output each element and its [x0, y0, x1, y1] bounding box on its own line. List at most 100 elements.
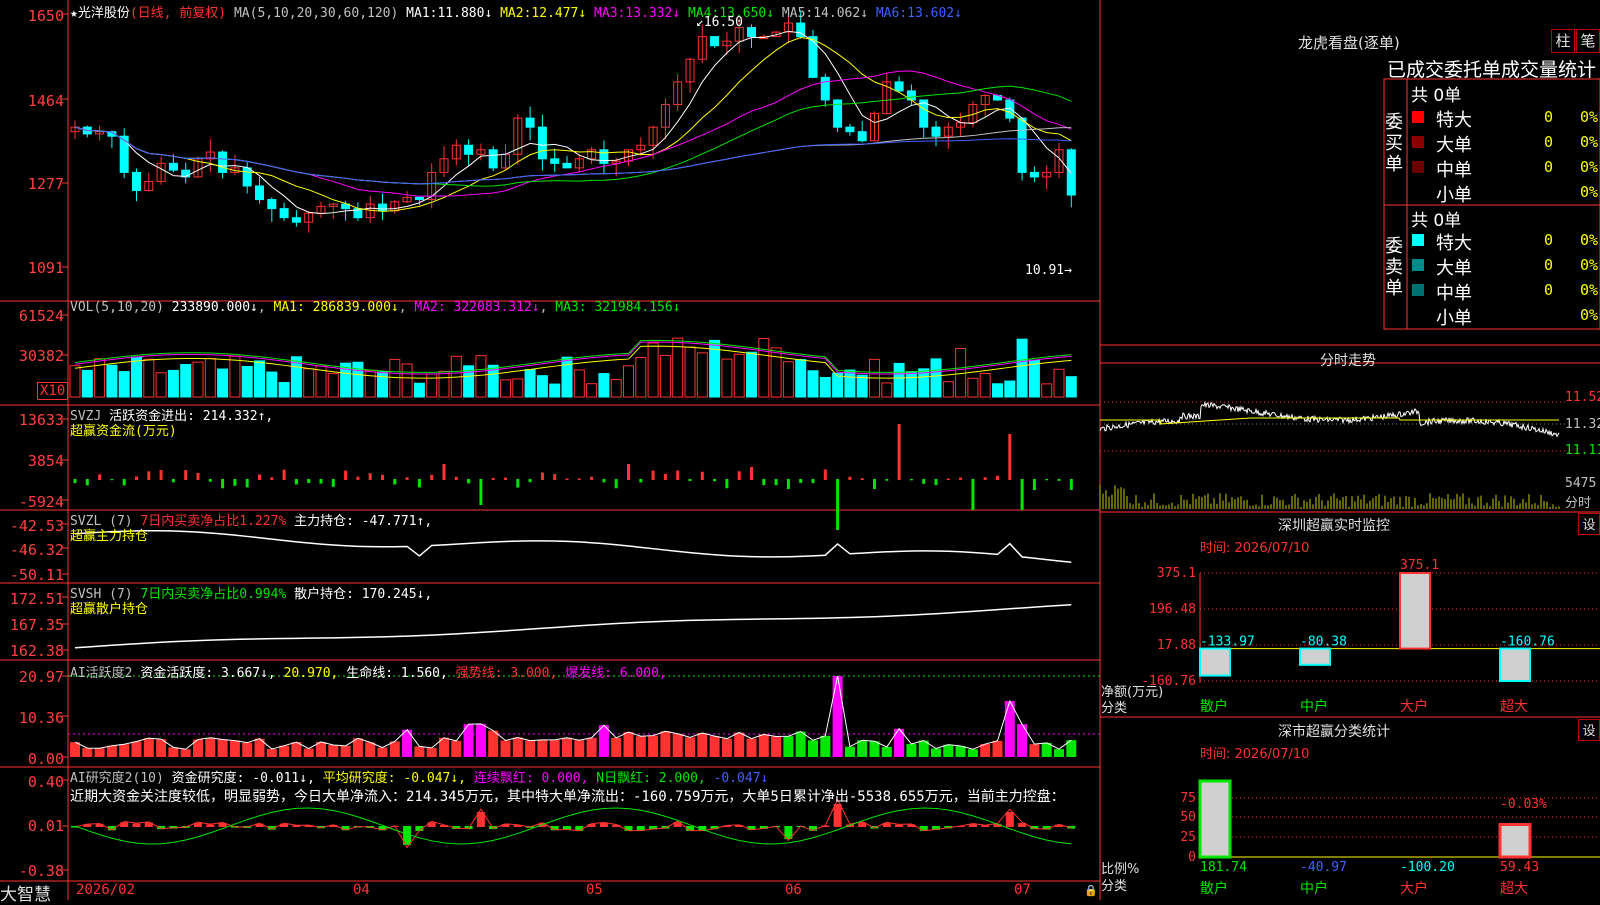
- fund-flow-bar: [516, 479, 520, 488]
- fund-flow-bar: [848, 476, 852, 480]
- ratio-value: 181.74: [1200, 860, 1247, 875]
- volume-bar: [536, 375, 548, 398]
- volume-bar: [746, 351, 757, 398]
- fund-flow-bar: [836, 479, 840, 530]
- volume-bar: [327, 372, 339, 398]
- classify-settings-button[interactable]: 设: [1578, 719, 1600, 741]
- activity-bar: [820, 735, 831, 757]
- lhb-title: 龙虎看盘(逐单): [1298, 34, 1400, 52]
- ma2-value: 12.477↓: [531, 6, 587, 21]
- activity-bar: [1029, 744, 1040, 757]
- monitor-settings-button[interactable]: 设: [1578, 513, 1600, 535]
- sell-total: 共 0单: [1411, 211, 1462, 231]
- net-flow-value: -133.97: [1200, 635, 1255, 650]
- candle-body: [291, 217, 301, 223]
- lock-icon[interactable]: 🔒: [1084, 884, 1098, 897]
- ratio-value: -100.20: [1400, 860, 1455, 875]
- column-view-button[interactable]: 柱: [1551, 29, 1575, 53]
- date-tick-5: 07: [1014, 882, 1031, 898]
- ai-research-t3: 连续飘红: 0.000,: [473, 771, 589, 786]
- buy-row: 特大 0 0%: [1410, 106, 1600, 131]
- svsh-text: 散户持仓: 170.245↓,: [294, 587, 433, 602]
- net-flow-value: -80.38: [1300, 635, 1347, 650]
- ai-research-axis-1: 0.40: [27, 773, 64, 791]
- svzl-axis-3: -50.11: [9, 566, 64, 584]
- vol-axis-1: 61524: [18, 307, 64, 325]
- volume-bar: [942, 381, 954, 398]
- activity-bar: [488, 730, 499, 757]
- fund-flow-bar: [774, 479, 778, 486]
- high-marker: ↙16.50: [696, 15, 743, 30]
- fund-flow-bar: [885, 479, 889, 481]
- monitor-axis-label: 196.48: [1149, 602, 1196, 617]
- buy-pct: 0%: [1580, 158, 1599, 176]
- fund-flow-bar: [959, 477, 963, 480]
- monitor-title: 深圳超赢实时监控: [1278, 518, 1390, 534]
- fund-flow-bar: [368, 473, 372, 480]
- activity-bar: [758, 734, 769, 757]
- lhb-header: 已成交委托单成交量统计: [1387, 59, 1597, 81]
- volume-bar: [118, 371, 130, 398]
- tick-view-button[interactable]: 笔: [1576, 29, 1600, 53]
- volume-bar: [635, 357, 647, 398]
- vol-value: 233890.000↓: [171, 300, 258, 315]
- kline-chart-area[interactable]: -133.97 散户 -80.38 中户 375.1 大户 -160.76 超大 375.1 19…: [0, 0, 1600, 900]
- activity-bar: [426, 747, 437, 757]
- buy-total: 共 0单: [1411, 86, 1462, 106]
- fund-flow-bar: [688, 479, 692, 482]
- ma2-label: MA2:: [500, 6, 532, 21]
- fund-flow-bar: [1057, 479, 1061, 481]
- fund-flow-bar: [307, 479, 311, 483]
- fund-flow-bar: [528, 479, 532, 483]
- ma1-value: 11.880↓: [437, 6, 493, 21]
- ma5-label: MA5:: [781, 6, 814, 21]
- fund-flow-bar: [602, 479, 606, 483]
- candle-body: [525, 117, 535, 128]
- ai-active-axis-3: 0.00: [27, 750, 64, 768]
- activity-bar: [697, 732, 708, 757]
- activity-bar: [660, 731, 671, 757]
- volume-bar: [819, 377, 831, 398]
- fund-flow-bar: [491, 477, 495, 480]
- ma1-label: MA1:: [406, 6, 438, 21]
- sell-count: 0: [1544, 281, 1554, 299]
- fund-flow-bar: [909, 479, 913, 481]
- classify-title: 深市超赢分类统计: [1278, 724, 1390, 740]
- volume-bar: [377, 371, 388, 398]
- fund-flow-bar: [135, 476, 138, 480]
- volume-bar: [930, 358, 942, 398]
- activity-bar: [340, 745, 351, 757]
- date-tick-4: 06: [785, 882, 802, 898]
- ai-active-t3: 生命线: 1.560,: [346, 666, 448, 681]
- volume-bar: [155, 372, 167, 398]
- volume-bar: [992, 383, 1003, 398]
- price-axis-3: 1277: [27, 175, 64, 193]
- intraday-vol-label: 5475: [1565, 476, 1597, 491]
- volume-bar: [500, 379, 511, 398]
- vol-axis-2: 30382: [18, 347, 64, 365]
- volume-bar: [303, 368, 315, 398]
- sell-pct: 0%: [1580, 231, 1599, 249]
- volume-bar: [204, 357, 216, 398]
- intraday-axis-2: 11.32: [1565, 417, 1600, 432]
- sell-row: 大单 0 0%: [1410, 254, 1600, 279]
- activity-bar: [967, 749, 978, 757]
- net-flow-bar: [1199, 647, 1231, 677]
- volume-bar: [106, 364, 118, 398]
- retail-holding-line: [74, 604, 1072, 649]
- research-bar: [1005, 812, 1014, 827]
- activity-bar: [844, 746, 855, 757]
- activity-bar: [746, 738, 757, 757]
- activity-bar: [119, 744, 130, 757]
- vol-ma3: MA3: 321984.156↓: [555, 300, 681, 315]
- volume-bar: [401, 363, 413, 398]
- ma6-value: 13.602↓: [907, 6, 962, 21]
- volume-bar: [217, 368, 229, 398]
- monitor-axis-label: 17.88: [1157, 638, 1196, 653]
- volume-bar: [475, 355, 487, 398]
- volume-bar: [795, 359, 807, 398]
- activity-bar: [943, 744, 954, 757]
- fund-flow-bar: [294, 479, 298, 485]
- volume-bar: [561, 356, 573, 398]
- svsh-ratio: 7日内买卖净占比0.994%: [140, 587, 287, 602]
